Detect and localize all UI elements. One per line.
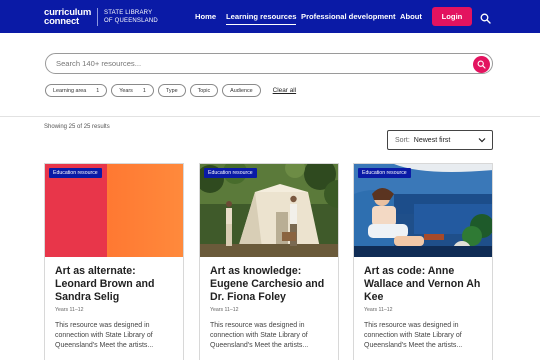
- card-title[interactable]: Art as code: Anne Wallace and Vernon Ah …: [364, 265, 488, 304]
- nav-item-learning-resources[interactable]: Learning resources: [226, 0, 297, 33]
- nav-link-learning-resources[interactable]: Learning resources: [226, 12, 297, 25]
- filter-topic[interactable]: Topic: [189, 84, 219, 97]
- nav-item-about[interactable]: About: [400, 0, 422, 33]
- resource-search-bar[interactable]: Search 140+ resources...: [45, 53, 493, 74]
- sort-label: Sort:: [395, 136, 410, 144]
- login-button[interactable]: Login: [432, 7, 472, 26]
- resource-type-badge: Education resource: [49, 168, 102, 178]
- search-icon[interactable]: [480, 11, 491, 24]
- site-header: curriculum connect STATE LIBRARY OF QUEE…: [0, 0, 540, 33]
- card-years: Years 11–12: [210, 307, 239, 313]
- search-icon: [477, 60, 486, 69]
- sort-select[interactable]: Sort: Newest first: [387, 130, 493, 150]
- card-years: Years 11–12: [55, 307, 84, 313]
- nav-item-professional-development[interactable]: Professional development: [301, 0, 396, 33]
- result-count: Showing 25 of 25 results: [44, 124, 110, 130]
- partner-line-1: STATE LIBRARY: [104, 10, 153, 16]
- clear-all-link[interactable]: Clear all: [273, 87, 296, 94]
- nav-item-home[interactable]: Home: [195, 0, 216, 33]
- resource-card[interactable]: Education resource Art as alternate: Leo…: [44, 163, 184, 360]
- filter-label: Years: [119, 87, 133, 94]
- card-title[interactable]: Art as alternate: Leonard Brown and Sand…: [55, 265, 179, 304]
- resource-card[interactable]: Education resource Art as code: Anne Wal…: [353, 163, 493, 360]
- filter-label: Audience: [230, 87, 253, 94]
- filter-learning-area[interactable]: Learning area 1: [45, 84, 108, 97]
- nav-link-home[interactable]: Home: [195, 12, 216, 21]
- chevron-down-icon: [478, 138, 486, 143]
- card-title[interactable]: Art as knowledge: Eugene Carchesio and D…: [210, 265, 334, 304]
- state-library-logo[interactable]: STATE LIBRARY OF QUEENSLAND: [104, 9, 158, 25]
- resource-type-badge: Education resource: [204, 168, 257, 178]
- section-divider: [0, 116, 540, 117]
- sort-value: Newest first: [413, 136, 451, 144]
- filter-count: 1: [142, 87, 146, 94]
- card-description: This resource was designed in connection…: [210, 322, 309, 349]
- filter-label: Type: [165, 87, 178, 94]
- filter-label: Topic: [197, 87, 211, 94]
- search-input[interactable]: Search 140+ resources...: [56, 59, 141, 68]
- curriculum-connect-logo[interactable]: curriculum connect: [44, 8, 91, 27]
- nav-link-about[interactable]: About: [400, 12, 422, 21]
- card-description: This resource was designed in connection…: [55, 322, 154, 349]
- filter-type[interactable]: Type: [157, 84, 186, 97]
- filter-years[interactable]: Years 1: [111, 84, 154, 97]
- nav-link-professional-development[interactable]: Professional development: [301, 12, 396, 21]
- filter-audience[interactable]: Audience: [222, 84, 261, 97]
- resource-card[interactable]: Education resource Art as knowledge: Eug…: [199, 163, 339, 360]
- filter-count: 1: [96, 87, 100, 94]
- card-description: This resource was designed in connection…: [364, 322, 463, 349]
- filter-bar: Learning area 1 Years 1 Type Topic Audie…: [45, 84, 296, 97]
- filter-label: Learning area: [53, 87, 87, 94]
- resource-type-badge: Education resource: [358, 168, 411, 178]
- logo-divider: [97, 8, 98, 26]
- card-years: Years 11–12: [364, 307, 393, 313]
- partner-line-2: OF QUEENSLAND: [104, 18, 158, 24]
- search-submit-button[interactable]: [473, 55, 490, 73]
- logo-line-2: connect: [44, 16, 80, 27]
